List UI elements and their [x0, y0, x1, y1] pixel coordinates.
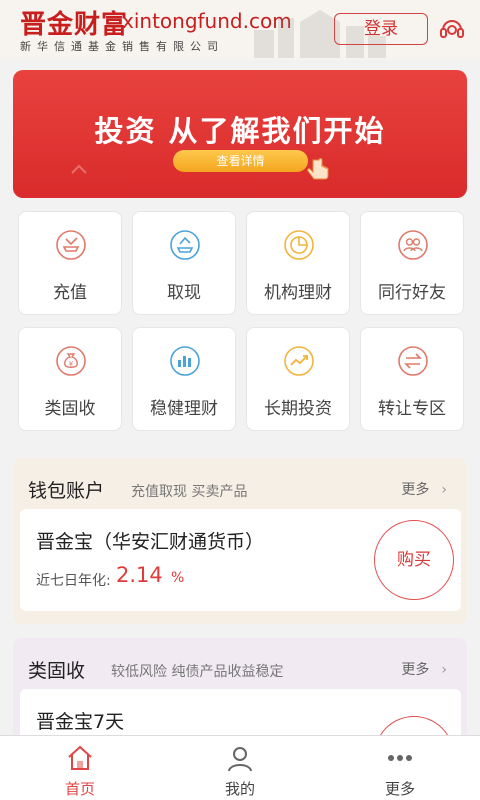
transfer-icon: [398, 346, 428, 376]
user-icon: [228, 747, 252, 772]
promo-banner[interactable]: 投资 从了解我们开始 查看详情: [13, 70, 467, 198]
tile-peer-friends[interactable]: 同行好友: [360, 211, 464, 315]
fixed-income-card: 类固收 较低风险 纯债产品收益稳定 更多 › 晋金宝7天: [13, 638, 467, 748]
wallet-account-card: 钱包账户 充值取现 买卖产品 更多 › 晋金宝（华安汇财通货币） 近七日年化: 2…: [13, 458, 467, 624]
more-link[interactable]: 更多 ›: [401, 479, 447, 499]
tile-withdraw[interactable]: 取现: [132, 211, 236, 315]
tile-label: 同行好友: [378, 283, 446, 303]
section-title: 类固收: [28, 660, 86, 682]
nav-mine[interactable]: 我的: [160, 736, 320, 800]
bar-chart-icon: [170, 346, 200, 376]
tile-stable-finance[interactable]: 稳健理财: [132, 327, 236, 431]
nav-label: 首页: [64, 780, 95, 798]
yield-value: 2.14: [116, 563, 163, 587]
yield-label: 近七日年化:: [36, 573, 111, 589]
chevron-right-icon: ›: [441, 482, 447, 498]
app-header: 晋金财富 xintongfund.com 新华信通基金销售有限公司 登录: [0, 0, 480, 60]
nav-label: 更多: [384, 780, 415, 798]
chevron-right-icon: ›: [441, 662, 447, 678]
tile-long-term-investment[interactable]: 长期投资: [246, 327, 350, 431]
trend-icon: [284, 346, 314, 376]
nav-label: 我的: [224, 780, 255, 798]
svg-text:¥: ¥: [69, 360, 74, 368]
tile-label: 长期投资: [264, 399, 332, 419]
nav-home[interactable]: 首页: [0, 736, 160, 800]
money-bag-icon: ¥: [56, 346, 86, 376]
more-link[interactable]: 更多 ›: [401, 659, 447, 679]
headset-icon[interactable]: [438, 15, 466, 43]
pointing-hand-icon: [307, 158, 329, 180]
home-icon: [68, 745, 92, 770]
tile-label: 取现: [167, 283, 201, 303]
banner-details-button[interactable]: 查看详情: [173, 150, 308, 172]
section-subtitle: 较低风险 纯债产品收益稳定: [111, 664, 284, 680]
more-dots-icon: [388, 755, 412, 761]
tile-label: 转让专区: [378, 399, 446, 419]
tile-label: 充值: [53, 283, 87, 303]
tile-institutional-finance[interactable]: 机构理财: [246, 211, 350, 315]
more-label: 更多: [401, 482, 430, 498]
bottom-navigation: 首页 我的 更多: [0, 735, 480, 800]
tile-label: 稳健理财: [150, 399, 218, 419]
tile-fixed-income[interactable]: ¥ 类固收: [18, 327, 122, 431]
brand-logo-text: 晋金财富: [20, 10, 129, 40]
withdraw-icon: [170, 230, 200, 260]
product-name: 晋金宝7天: [36, 711, 125, 733]
more-label: 更多: [401, 662, 430, 678]
login-button[interactable]: 登录: [334, 13, 428, 45]
yield-unit: %: [171, 570, 185, 586]
pie-chart-icon: [284, 230, 314, 260]
product-name: 晋金宝（华安汇财通货币）: [36, 531, 265, 553]
section-title: 钱包账户: [28, 480, 105, 502]
brand-company-name: 新华信通基金销售有限公司: [20, 40, 224, 53]
nav-more[interactable]: 更多: [320, 736, 480, 800]
chevron-up-icon: [71, 164, 87, 174]
product-card[interactable]: 晋金宝（华安汇财通货币） 近七日年化: 2.14 % 购买: [20, 509, 461, 611]
tile-label: 类固收: [44, 399, 96, 419]
buy-button[interactable]: 购买: [374, 520, 454, 600]
banner-title: 投资 从了解我们开始: [94, 114, 386, 148]
section-subtitle: 充值取现 买卖产品: [131, 484, 248, 500]
tile-deposit[interactable]: 充值: [18, 211, 122, 315]
tile-label: 机构理财: [264, 283, 332, 303]
tile-transfer-zone[interactable]: 转让专区: [360, 327, 464, 431]
deposit-icon: [56, 230, 86, 260]
friends-icon: [398, 230, 428, 260]
